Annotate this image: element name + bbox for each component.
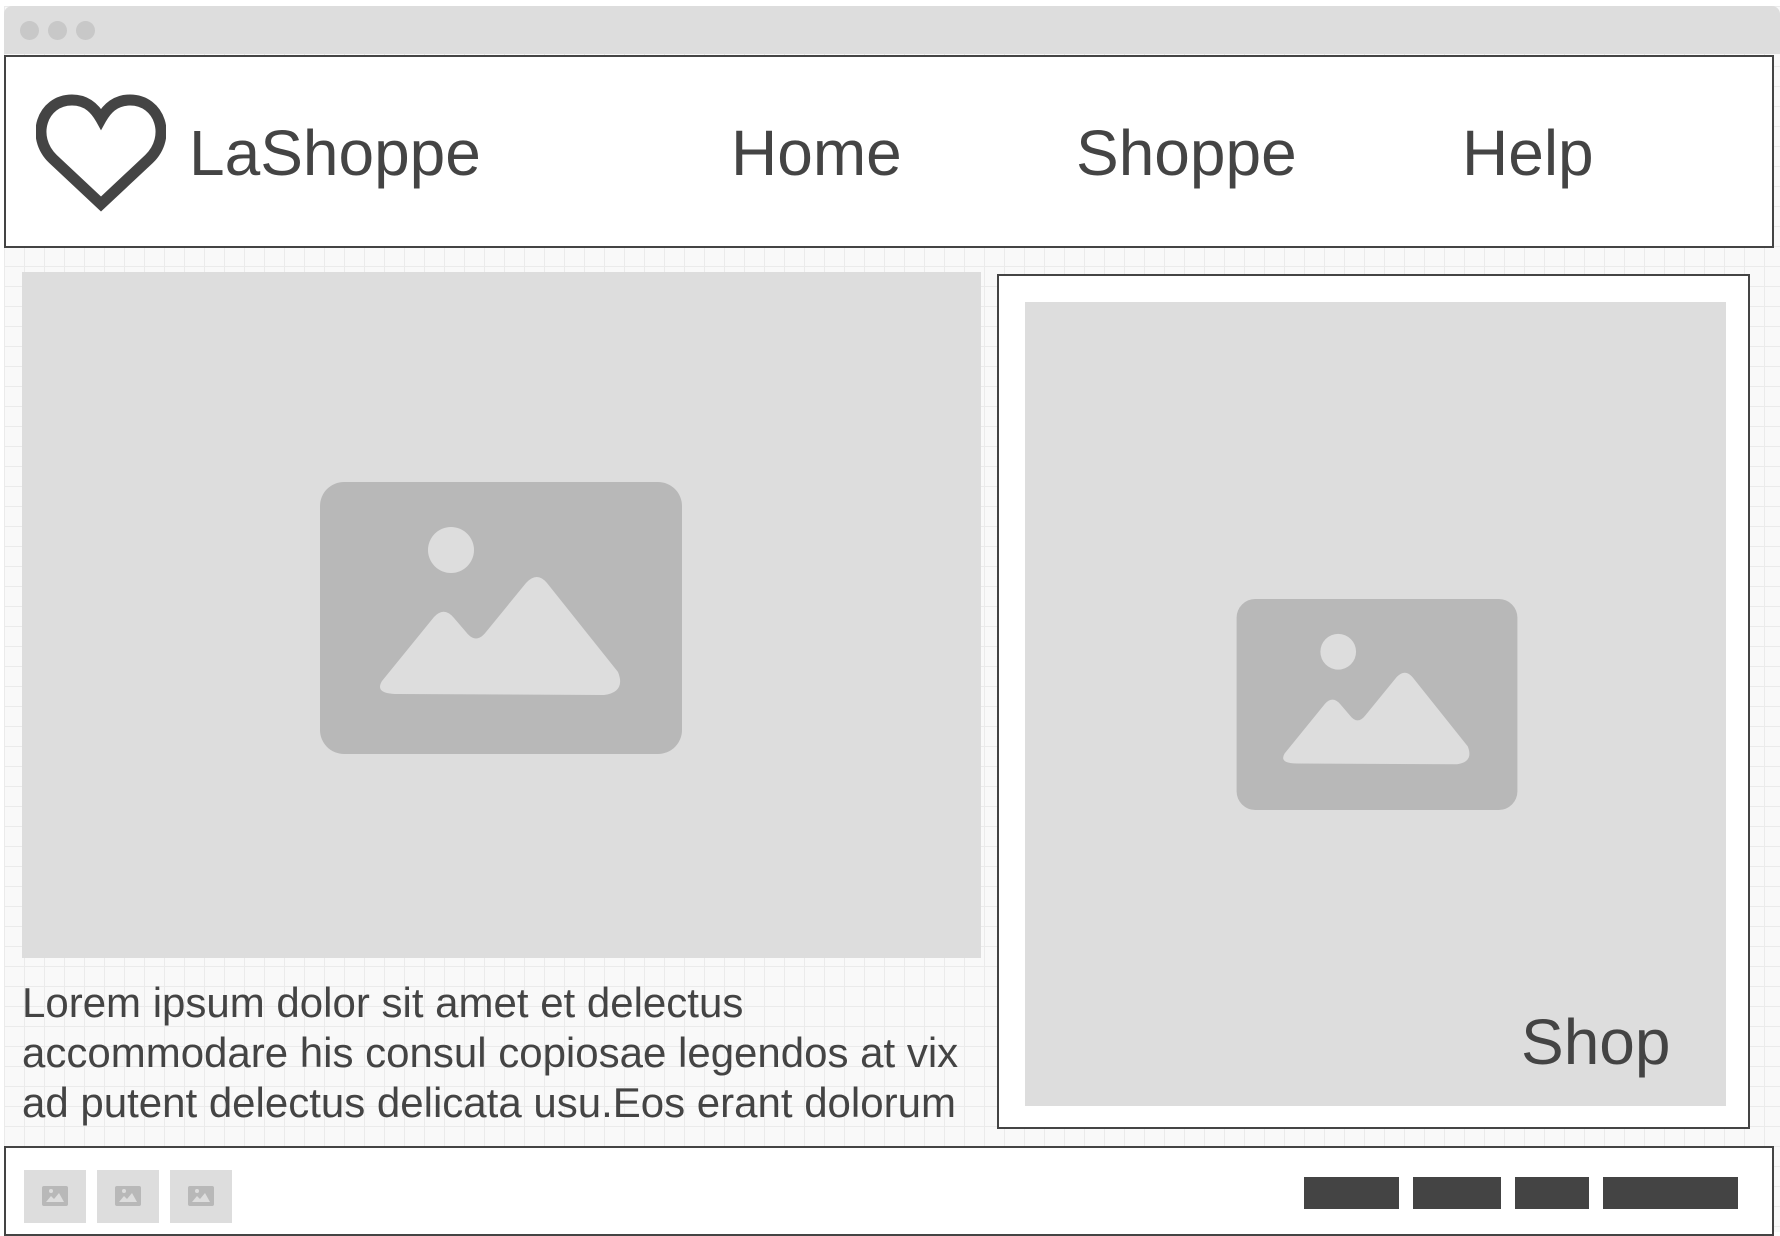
image-placeholder-icon <box>42 1186 68 1206</box>
browser-window: LaShoppe Home Shoppe Help Lorem ipsum do… <box>4 6 1780 1236</box>
footer-thumbnail[interactable] <box>97 1170 159 1223</box>
nav-help[interactable]: Help <box>1462 115 1594 191</box>
footer-link-placeholder[interactable] <box>1304 1177 1399 1209</box>
shop-promo-image: Shop <box>1025 302 1726 1106</box>
nav-home[interactable]: Home <box>731 115 902 191</box>
image-placeholder-icon <box>115 1186 141 1206</box>
heart-icon[interactable] <box>36 92 166 214</box>
footer-link-placeholder[interactable] <box>1515 1177 1589 1209</box>
window-titlebar <box>4 6 1780 54</box>
image-placeholder-icon <box>188 1186 214 1206</box>
site-footer <box>4 1146 1774 1236</box>
brand-name[interactable]: LaShoppe <box>189 115 481 191</box>
window-maximize-dot[interactable] <box>76 21 95 40</box>
intro-line: Lorem ipsum dolor sit amet et delectus <box>22 979 744 1026</box>
shop-promo-card[interactable]: Shop <box>997 274 1750 1129</box>
footer-link-placeholder[interactable] <box>1413 1177 1501 1209</box>
site-header: LaShoppe Home Shoppe Help <box>4 55 1774 248</box>
image-placeholder-icon <box>1236 599 1518 810</box>
nav-shoppe[interactable]: Shoppe <box>1076 115 1297 191</box>
footer-link-placeholder[interactable] <box>1603 1177 1738 1209</box>
window-minimize-dot[interactable] <box>48 21 67 40</box>
hero-image <box>22 272 981 958</box>
shop-link[interactable]: Shop <box>1521 1004 1670 1080</box>
intro-line: ad putent delectus delicata usu.Eos eran… <box>22 1079 956 1126</box>
intro-paragraph: Lorem ipsum dolor sit amet et delectus a… <box>22 978 1002 1128</box>
footer-thumbnail[interactable] <box>24 1170 86 1223</box>
image-placeholder-icon <box>320 482 682 754</box>
intro-line: accommodare his consul copiosae legendos… <box>22 1029 959 1076</box>
footer-thumbnail[interactable] <box>170 1170 232 1223</box>
window-close-dot[interactable] <box>20 21 39 40</box>
